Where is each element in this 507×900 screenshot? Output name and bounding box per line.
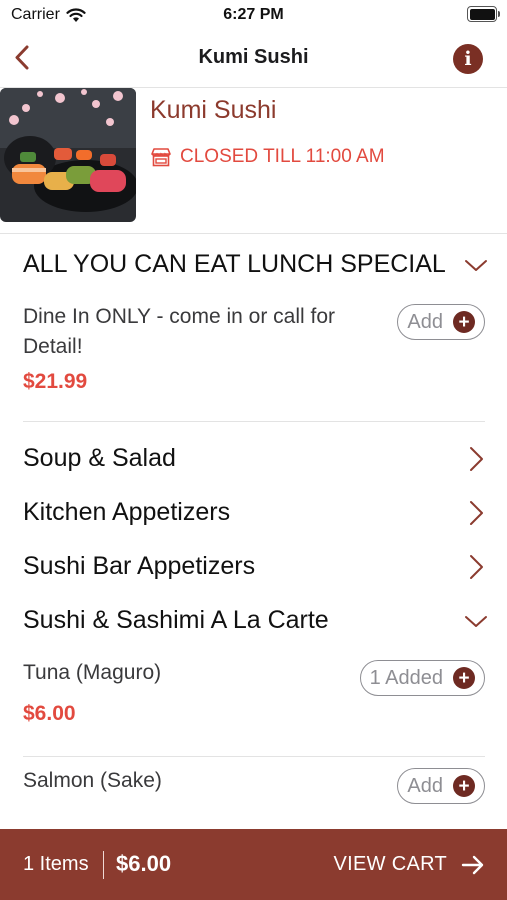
category-kitchen-appetizers[interactable]: Kitchen Appetizers <box>23 498 489 527</box>
chevron-right-icon <box>470 446 483 471</box>
add-button-label: Add <box>407 310 443 333</box>
item-name: Tuna (Maguro) <box>23 661 162 684</box>
divider <box>23 421 485 422</box>
divider <box>23 756 485 757</box>
arrow-right-icon <box>461 855 484 874</box>
plus-icon: + <box>453 667 475 689</box>
category-label: Soup & Salad <box>23 444 176 472</box>
storefront-icon <box>151 148 171 167</box>
category-sushi-bar-appetizers[interactable]: Sushi Bar Appetizers <box>23 552 489 581</box>
plus-icon: + <box>453 311 475 333</box>
info-icon: i <box>464 48 472 70</box>
item-name: Dine In ONLY - come in or call for Detai… <box>23 305 336 358</box>
add-button[interactable]: Add + <box>397 304 485 340</box>
item-name: Salmon (Sake) <box>23 769 162 792</box>
status-time: 6:27 PM <box>223 6 284 23</box>
closed-status-text: CLOSED TILL 11:00 AM <box>180 146 385 167</box>
section-sushi-sashimi[interactable]: Sushi & Sashimi A La Carte <box>23 606 489 635</box>
status-bar: Carrier 6:27 PM <box>0 0 507 32</box>
navigation-bar: Kumi Sushi i <box>0 32 507 88</box>
item-price: $6.00 <box>23 702 76 725</box>
category-label: Sushi Bar Appetizers <box>23 552 256 580</box>
view-cart-label: VIEW CART <box>333 853 447 875</box>
divider <box>103 851 104 879</box>
item-price: $21.99 <box>23 370 88 393</box>
restaurant-name: Kumi Sushi <box>150 96 277 124</box>
closed-status: CLOSED TILL 11:00 AM <box>150 146 385 168</box>
category-label: Kitchen Appetizers <box>23 498 231 526</box>
plus-icon: + <box>453 775 475 797</box>
added-button[interactable]: 1 Added + <box>359 660 485 696</box>
restaurant-image <box>0 88 136 222</box>
page-title: Kumi Sushi <box>198 46 309 68</box>
chevron-down-icon <box>465 615 487 627</box>
category-soup-salad[interactable]: Soup & Salad <box>23 444 489 473</box>
battery-icon <box>467 6 500 22</box>
add-button-label: Add <box>407 774 443 797</box>
cart-total: $6.00 <box>116 851 172 876</box>
menu-item[interactable]: Dine In ONLY - come in or call for Detai… <box>23 302 485 394</box>
section-lunch-special[interactable]: ALL YOU CAN EAT LUNCH SPECIAL <box>23 250 489 279</box>
section-title: ALL YOU CAN EAT LUNCH SPECIAL <box>23 250 446 278</box>
menu-item[interactable]: Tuna (Maguro) $6.00 1 Added + <box>23 658 485 726</box>
cart-item-count: 1 Items <box>23 853 89 875</box>
cart-bar[interactable]: 1 Items $6.00 VIEW CART <box>0 829 507 900</box>
section-title: Sushi & Sashimi A La Carte <box>23 606 329 634</box>
view-cart-button[interactable]: VIEW CART <box>334 853 485 876</box>
restaurant-header: Kumi Sushi CLOSED TILL 11:00 AM <box>0 88 507 234</box>
menu-item[interactable]: Salmon (Sake) Add + <box>23 766 485 804</box>
add-button[interactable]: Add + <box>397 768 485 804</box>
chevron-right-icon <box>470 554 483 579</box>
chevron-down-icon <box>465 259 487 271</box>
chevron-right-icon <box>470 500 483 525</box>
add-button-label: 1 Added <box>369 666 443 689</box>
info-button[interactable]: i <box>453 44 483 74</box>
